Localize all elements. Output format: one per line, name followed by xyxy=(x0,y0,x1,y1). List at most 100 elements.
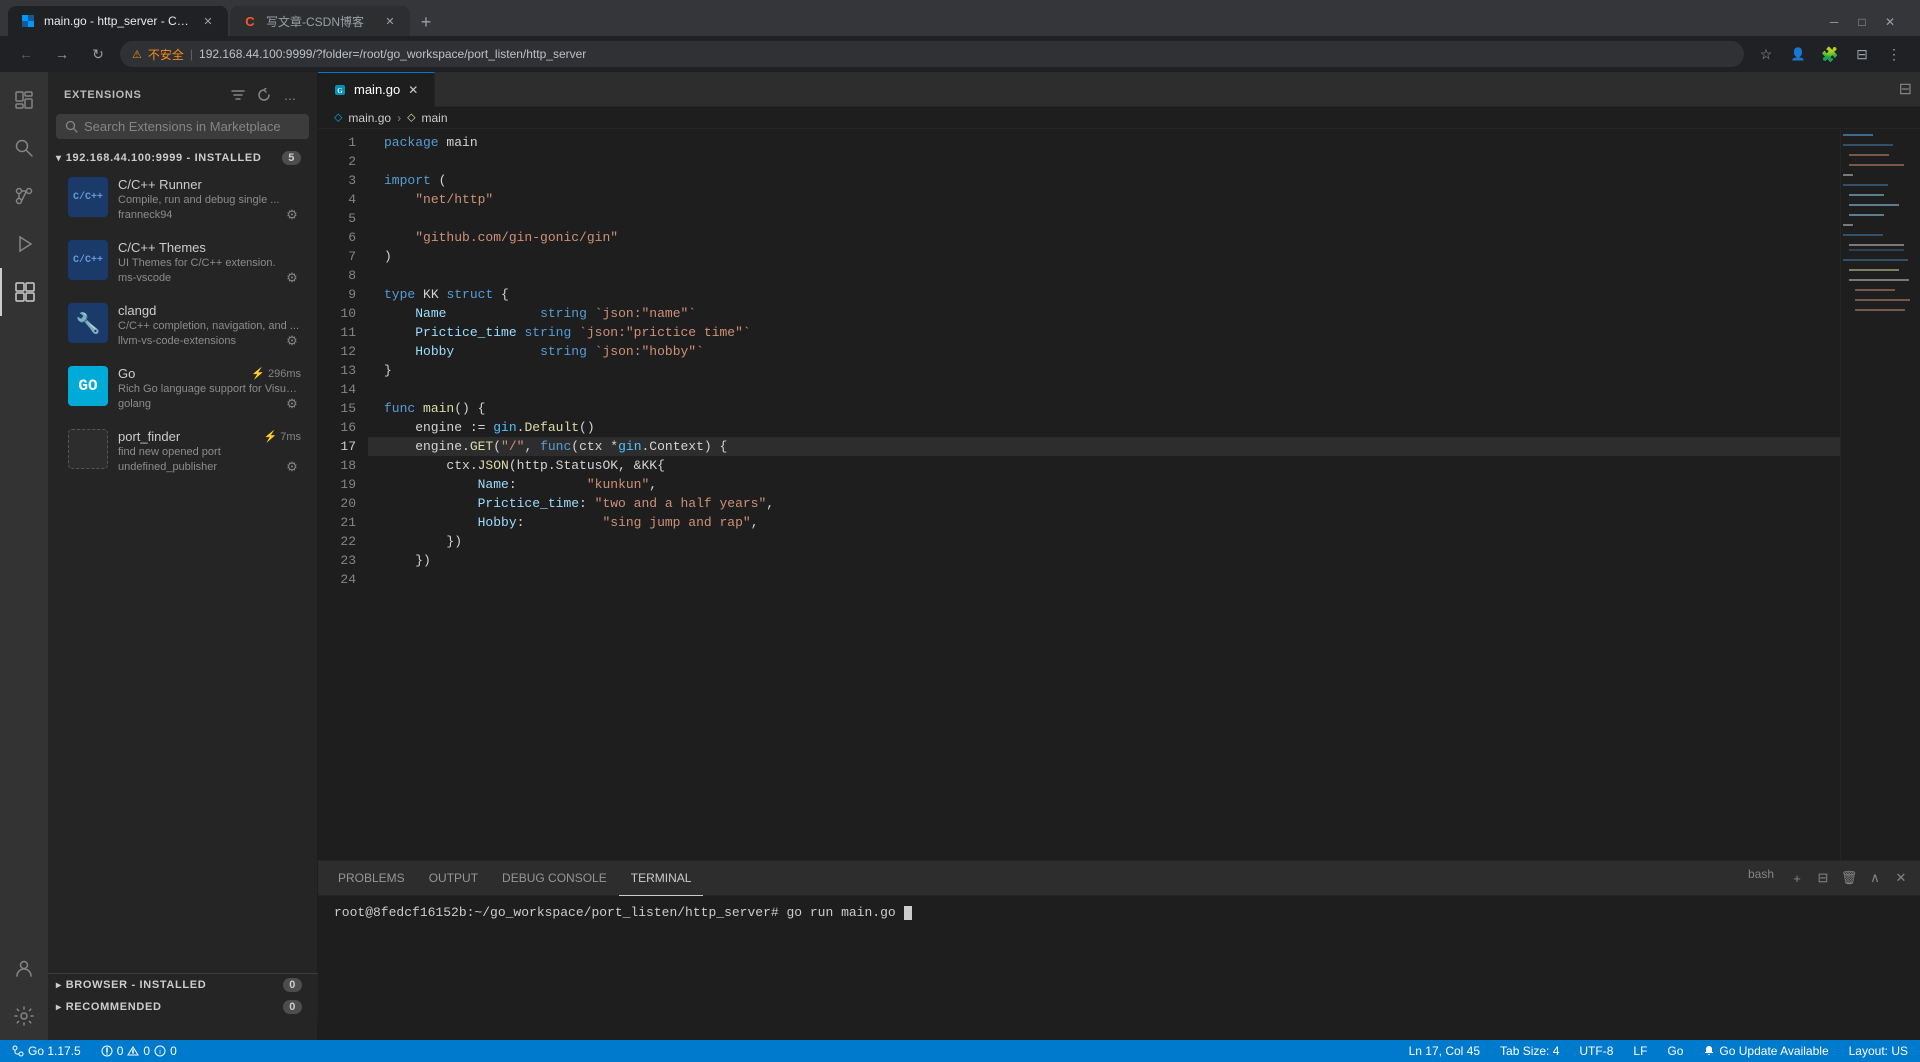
more-extensions-button[interactable]: ... xyxy=(279,84,301,106)
restore-button[interactable]: □ xyxy=(1848,8,1876,36)
go-update-status[interactable]: Go Update Available xyxy=(1699,1044,1832,1058)
clangd-gear[interactable]: ⚙ xyxy=(283,332,301,350)
csdn-tab-close[interactable]: ✕ xyxy=(382,13,398,29)
code-content[interactable]: package main import ( "net/http" "github… xyxy=(368,129,1840,860)
code-line-20: Prictice_time: "two and a half years", xyxy=(368,494,1840,513)
extensions-search-box[interactable] xyxy=(56,114,309,139)
activity-git[interactable] xyxy=(0,172,48,220)
extensions-button[interactable]: 🧩 xyxy=(1816,40,1844,68)
port-finder-name: port_finder xyxy=(118,429,180,444)
minimap-visualization xyxy=(1841,129,1920,589)
code-line-4: "net/http" xyxy=(368,190,1840,209)
breadcrumb: ⬦ main.go › ⬦ main xyxy=(318,107,1920,129)
close-button[interactable]: ✕ xyxy=(1876,8,1904,36)
code-line-19: Name: "kunkun", xyxy=(368,475,1840,494)
breadcrumb-file[interactable]: main.go xyxy=(348,111,391,125)
main-go-close[interactable]: ✕ xyxy=(408,83,418,97)
editor-layout-button[interactable]: ⊟ xyxy=(1899,79,1920,99)
activity-bar-bottom xyxy=(0,944,48,1040)
svg-text:i: i xyxy=(159,1049,161,1056)
errors-status[interactable]: 0 0 i 0 xyxy=(97,1044,181,1058)
extension-go[interactable]: GO Go ⚡ 296ms Rich Go language support f… xyxy=(48,358,317,421)
split-terminal-button[interactable]: ⊟ xyxy=(1812,867,1834,889)
delete-terminal-button[interactable]: 🗑 xyxy=(1838,867,1860,889)
refresh-button[interactable]: ↻ xyxy=(84,40,112,68)
code-line-21: Hobby: "sing jump and rap", xyxy=(368,513,1840,532)
refresh-extensions-button[interactable] xyxy=(253,84,275,106)
forward-button[interactable]: → xyxy=(48,40,76,68)
cursor-position: Ln 17, Col 45 xyxy=(1409,1044,1480,1058)
line-ending-status[interactable]: LF xyxy=(1629,1044,1651,1058)
panel-tab-problems[interactable]: PROBLEMS xyxy=(326,861,417,896)
language-status[interactable]: Go xyxy=(1663,1044,1687,1058)
activity-settings[interactable] xyxy=(0,992,48,1040)
line-num-21: 21 xyxy=(318,513,356,532)
activity-explorer[interactable] xyxy=(0,76,48,124)
line-num-10: 10 xyxy=(318,304,356,323)
panel-tab-output[interactable]: OUTPUT xyxy=(417,861,490,896)
extension-port-finder[interactable]: port_finder ⚡ 7ms find new opened port u… xyxy=(48,421,317,484)
filter-extensions-button[interactable] xyxy=(227,84,249,106)
search-icon xyxy=(65,120,78,133)
panel-actions: bash + ⊟ 🗑 ∧ ✕ xyxy=(1748,867,1912,889)
activity-search[interactable] xyxy=(0,124,48,172)
terminal-content[interactable]: root@8fedcf16152b:~/go_workspace/port_li… xyxy=(318,896,1920,930)
back-button[interactable]: ← xyxy=(12,40,40,68)
editor-tab-main-go[interactable]: G main.go ✕ xyxy=(318,72,435,107)
line-num-7: 7 xyxy=(318,247,356,266)
split-button[interactable]: ⊟ xyxy=(1848,40,1876,68)
breadcrumb-symbol[interactable]: main xyxy=(422,111,448,125)
status-left: Go 1.17.5 0 0 i 0 xyxy=(8,1044,181,1058)
vscode-tab-close[interactable]: ✕ xyxy=(200,13,216,29)
extension-cpp-themes[interactable]: C/C++ C/C++ Themes UI Themes for C/C++ e… xyxy=(48,232,317,295)
browser-installed-section[interactable]: ▸ BROWSER - INSTALLED 0 xyxy=(48,974,318,996)
cursor-position-status[interactable]: Ln 17, Col 45 xyxy=(1405,1044,1484,1058)
browser-tab-vscode[interactable]: main.go - http_server - Code ✕ xyxy=(8,6,228,36)
panel-tab-terminal[interactable]: TERMINAL xyxy=(619,861,704,896)
menu-button[interactable]: ⋮ xyxy=(1880,40,1908,68)
close-panel-button[interactable]: ✕ xyxy=(1890,867,1912,889)
activity-debug[interactable] xyxy=(0,220,48,268)
code-line-18: ctx.JSON(http.StatusOK, &KK{ xyxy=(368,456,1840,475)
layout-status[interactable]: Layout: US xyxy=(1845,1044,1912,1058)
code-line-5 xyxy=(368,209,1840,228)
port-finder-gear[interactable]: ⚙ xyxy=(283,458,301,476)
port-finder-name-row: port_finder ⚡ 7ms xyxy=(118,429,301,444)
installed-section-header[interactable]: ▾ 192.168.44.100:9999 - INSTALLED 5 xyxy=(48,147,317,169)
panel-tab-debug-console[interactable]: DEBUG CONSOLE xyxy=(490,861,619,896)
tab-size-status[interactable]: Tab Size: 4 xyxy=(1496,1044,1563,1058)
minimize-button[interactable]: ─ xyxy=(1820,8,1848,36)
bookmark-button[interactable]: ☆ xyxy=(1752,40,1780,68)
extensions-search-input[interactable] xyxy=(84,119,300,134)
code-line-22: }) xyxy=(368,532,1840,551)
encoding-status[interactable]: UTF-8 xyxy=(1575,1044,1617,1058)
cpp-runner-gear[interactable]: ⚙ xyxy=(283,206,301,224)
line-num-20: 20 xyxy=(318,494,356,513)
git-branch-status[interactable]: Go 1.17.5 xyxy=(8,1044,85,1058)
terminal-cursor xyxy=(904,906,912,920)
extension-clangd[interactable]: 🔧 clangd C/C++ completion, navigation, a… xyxy=(48,295,317,358)
errors-count: 0 xyxy=(117,1044,124,1058)
recommended-section[interactable]: ▸ RECOMMENDED 0 xyxy=(48,996,318,1018)
sidebar-title: EXTENSIONS xyxy=(64,89,142,101)
window-controls: ─ □ ✕ xyxy=(920,8,1912,36)
add-terminal-button[interactable]: + xyxy=(1786,867,1808,889)
code-line-8 xyxy=(368,266,1840,285)
browser-tab-bar: main.go - http_server - Code ✕ C 写文章-CSD… xyxy=(0,0,1920,36)
clangd-name: clangd xyxy=(118,303,156,318)
activity-account[interactable] xyxy=(0,944,48,992)
collapse-panel-button[interactable]: ∧ xyxy=(1864,867,1886,889)
browser-chrome: main.go - http_server - Code ✕ C 写文章-CSD… xyxy=(0,0,1920,72)
code-editor: 1 2 3 4 5 6 7 8 9 10 11 12 13 14 15 16 1 xyxy=(318,129,1920,860)
address-bar[interactable]: ⚠ 不安全 | 192.168.44.100:9999/?folder=/roo… xyxy=(120,41,1744,67)
activity-extensions[interactable] xyxy=(0,268,48,316)
clangd-desc: C/C++ completion, navigation, and ... xyxy=(118,320,301,332)
go-gear[interactable]: ⚙ xyxy=(283,395,301,413)
extension-cpp-runner[interactable]: C/C++ C/C++ Runner Compile, run and debu… xyxy=(48,169,317,232)
cpp-runner-publisher: franneck94 xyxy=(118,209,172,221)
browser-tab-csdn[interactable]: C 写文章-CSDN博客 ✕ xyxy=(230,6,410,36)
profile-button[interactable]: 👤 xyxy=(1784,40,1812,68)
clangd-name-row: clangd xyxy=(118,303,301,318)
cpp-themes-gear[interactable]: ⚙ xyxy=(283,269,301,287)
new-tab-button[interactable]: + xyxy=(412,8,440,36)
